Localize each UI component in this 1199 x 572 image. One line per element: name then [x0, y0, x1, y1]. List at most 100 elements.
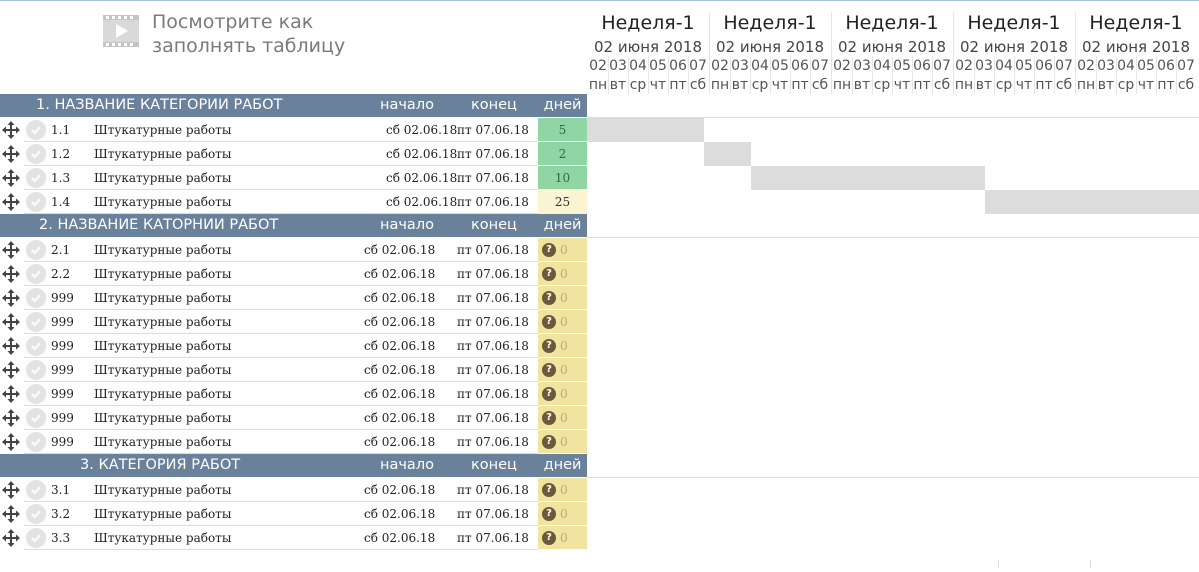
row-end-date[interactable]: пт 07.06.18: [457, 147, 529, 161]
row-start-date[interactable]: сб 02.06.18: [364, 507, 435, 521]
gantt-bar[interactable]: [704, 142, 751, 166]
days-cell[interactable]: 10: [538, 166, 587, 190]
row-start-date[interactable]: сб 02.06.18: [364, 291, 435, 305]
move-icon[interactable]: [2, 481, 20, 499]
move-icon[interactable]: [2, 337, 20, 355]
days-cell[interactable]: ? 0: [538, 430, 587, 454]
row-end-date[interactable]: пт 07.06.18: [457, 195, 529, 209]
question-icon[interactable]: ?: [542, 435, 556, 449]
row-name[interactable]: Штукатурные работы: [94, 267, 231, 281]
move-icon[interactable]: [2, 385, 20, 403]
row-start-date[interactable]: сб 02.06.18: [364, 267, 435, 281]
row-end-date[interactable]: пт 07.06.18: [457, 267, 529, 281]
row-name[interactable]: Штукатурные работы: [94, 123, 231, 137]
row-start-date[interactable]: сб 02.06.18: [364, 411, 435, 425]
row-end-date[interactable]: пт 07.06.18: [457, 315, 529, 329]
row-start-date[interactable]: сб 02.06.18: [386, 147, 457, 161]
check-icon[interactable]: [26, 336, 46, 356]
question-icon[interactable]: ?: [542, 363, 556, 377]
row-end-date[interactable]: пт 07.06.18: [457, 435, 529, 449]
check-icon[interactable]: [26, 264, 46, 284]
days-cell[interactable]: 5: [538, 118, 587, 142]
check-icon[interactable]: [26, 408, 46, 428]
days-cell[interactable]: ? 0: [538, 310, 587, 334]
days-cell[interactable]: ? 0: [538, 238, 587, 262]
question-icon[interactable]: ?: [542, 339, 556, 353]
check-icon[interactable]: [26, 384, 46, 404]
move-icon[interactable]: [2, 241, 20, 259]
gantt-bar[interactable]: [751, 166, 985, 190]
row-name[interactable]: Штукатурные работы: [94, 147, 231, 161]
row-start-date[interactable]: сб 02.06.18: [364, 483, 435, 497]
row-end-date[interactable]: пт 07.06.18: [457, 171, 529, 185]
row-name[interactable]: Штукатурные работы: [94, 243, 231, 257]
check-icon[interactable]: [26, 168, 46, 188]
move-icon[interactable]: [2, 313, 20, 331]
move-icon[interactable]: [2, 529, 20, 547]
move-icon[interactable]: [2, 361, 20, 379]
row-name[interactable]: Штукатурные работы: [94, 507, 231, 521]
move-icon[interactable]: [2, 409, 20, 427]
days-cell[interactable]: ? 0: [538, 334, 587, 358]
check-icon[interactable]: [26, 528, 46, 548]
days-cell[interactable]: ? 0: [538, 382, 587, 406]
move-icon[interactable]: [2, 121, 20, 139]
question-icon[interactable]: ?: [542, 387, 556, 401]
row-end-date[interactable]: пт 07.06.18: [457, 387, 529, 401]
row-name[interactable]: Штукатурные работы: [94, 195, 231, 209]
check-icon[interactable]: [26, 288, 46, 308]
row-start-date[interactable]: сб 02.06.18: [364, 435, 435, 449]
row-end-date[interactable]: пт 07.06.18: [457, 531, 529, 545]
row-start-date[interactable]: сб 02.06.18: [364, 339, 435, 353]
gantt-bar[interactable]: [985, 190, 1199, 214]
row-start-date[interactable]: сб 02.06.18: [364, 243, 435, 257]
row-end-date[interactable]: пт 07.06.18: [457, 483, 529, 497]
days-cell[interactable]: ? 0: [538, 406, 587, 430]
question-icon[interactable]: ?: [542, 315, 556, 329]
row-start-date[interactable]: сб 02.06.18: [386, 171, 457, 185]
question-icon[interactable]: ?: [542, 507, 556, 521]
check-icon[interactable]: [26, 504, 46, 524]
row-end-date[interactable]: пт 07.06.18: [457, 339, 529, 353]
row-name[interactable]: Штукатурные работы: [94, 363, 231, 377]
row-end-date[interactable]: пт 07.06.18: [457, 291, 529, 305]
check-icon[interactable]: [26, 312, 46, 332]
check-icon[interactable]: [26, 192, 46, 212]
days-cell[interactable]: 2: [538, 142, 587, 166]
days-cell[interactable]: ? 0: [538, 478, 587, 502]
check-icon[interactable]: [26, 480, 46, 500]
move-icon[interactable]: [2, 169, 20, 187]
move-icon[interactable]: [2, 145, 20, 163]
check-icon[interactable]: [26, 432, 46, 452]
row-end-date[interactable]: пт 07.06.18: [457, 363, 529, 377]
move-icon[interactable]: [2, 505, 20, 523]
row-start-date[interactable]: сб 02.06.18: [386, 195, 457, 209]
days-cell[interactable]: ? 0: [538, 526, 587, 550]
video-hint[interactable]: Посмотрите как заполнять таблицу: [102, 10, 345, 60]
days-cell[interactable]: ? 0: [538, 502, 587, 526]
question-icon[interactable]: ?: [542, 531, 556, 545]
move-icon[interactable]: [2, 289, 20, 307]
row-name[interactable]: Штукатурные работы: [94, 411, 231, 425]
row-name[interactable]: Штукатурные работы: [94, 531, 231, 545]
check-icon[interactable]: [26, 144, 46, 164]
row-name[interactable]: Штукатурные работы: [94, 387, 231, 401]
row-start-date[interactable]: сб 02.06.18: [386, 123, 457, 137]
row-name[interactable]: Штукатурные работы: [94, 171, 231, 185]
check-icon[interactable]: [26, 120, 46, 140]
row-start-date[interactable]: сб 02.06.18: [364, 315, 435, 329]
row-name[interactable]: Штукатурные работы: [94, 435, 231, 449]
move-icon[interactable]: [2, 265, 20, 283]
question-icon[interactable]: ?: [542, 291, 556, 305]
row-end-date[interactable]: пт 07.06.18: [457, 243, 529, 257]
question-icon[interactable]: ?: [542, 483, 556, 497]
row-start-date[interactable]: сб 02.06.18: [364, 387, 435, 401]
days-cell[interactable]: ? 0: [538, 262, 587, 286]
row-name[interactable]: Штукатурные работы: [94, 483, 231, 497]
row-end-date[interactable]: пт 07.06.18: [457, 507, 529, 521]
days-cell[interactable]: ? 0: [538, 358, 587, 382]
check-icon[interactable]: [26, 360, 46, 380]
check-icon[interactable]: [26, 240, 46, 260]
question-icon[interactable]: ?: [542, 243, 556, 257]
days-cell[interactable]: 25: [538, 190, 587, 214]
